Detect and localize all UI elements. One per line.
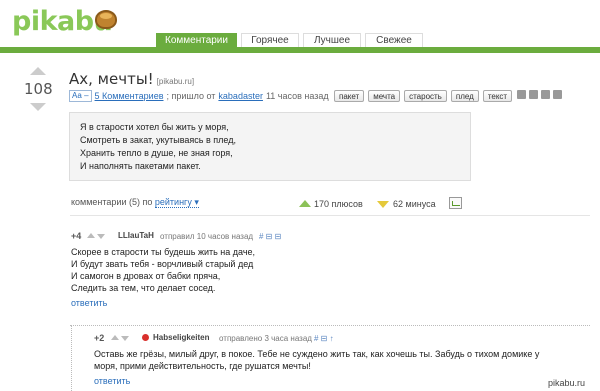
minus-count: 62 минуса [393, 199, 436, 209]
comment-line: И самогон в дровах от бабки пряча, [71, 271, 221, 281]
post-source: [pikabu.ru] [156, 77, 195, 86]
comments-divider [70, 215, 590, 216]
minus-icon [377, 201, 389, 208]
tag-item[interactable]: старость [404, 90, 447, 102]
comment-author[interactable]: Habseligkeiten [153, 333, 209, 342]
comment-upvote-icon[interactable] [87, 233, 95, 238]
tag-list: пакет мечта старость плед текст [334, 90, 513, 102]
comments-label: комментарии (5) по [71, 197, 153, 207]
poem-line: И наполнять пакетами пакет. [80, 161, 201, 171]
tab-best[interactable]: Лучшее [302, 33, 361, 47]
comment-score: +2 [94, 333, 105, 343]
vk-share-icon[interactable] [553, 90, 562, 99]
post-title-text[interactable]: Ах, мечты! [69, 70, 154, 88]
reply-thread-line [70, 325, 590, 326]
comments-count-link[interactable]: 5 Комментариев [95, 91, 164, 101]
comment-author[interactable]: LLIauTaH [118, 231, 154, 240]
plus-count: 170 плюсов [314, 199, 363, 209]
twitter-share-icon[interactable] [517, 90, 526, 99]
comment-downvote-icon[interactable] [121, 336, 129, 341]
sort-dropdown[interactable]: рейтингу ▾ [154, 197, 199, 208]
poem-line: Смотреть в закат, укутываясь в плед, [80, 135, 236, 145]
comment-downvote-icon[interactable] [97, 234, 105, 239]
tab-hot[interactable]: Горячее [240, 33, 299, 47]
came-from-label: ; пришло от [166, 91, 216, 101]
share-buttons [517, 90, 562, 99]
comment-line: моря, прими действительность, где рушатс… [94, 361, 311, 371]
comment-action-icons[interactable]: # ⊟ ↑ [314, 334, 334, 343]
header-divider [0, 47, 600, 53]
tag-item[interactable]: мечта [368, 90, 401, 102]
comment-time: отправил 10 часов назад [160, 232, 254, 241]
comment-score: +4 [71, 231, 82, 241]
comment-upvote-icon[interactable] [111, 335, 119, 340]
comments-sort-bar: комментарии (5) по рейтингу ▾ [71, 197, 199, 208]
reply-button[interactable]: ответить [71, 298, 107, 308]
poem-line: Я в старости хотел бы жить у моря, [80, 122, 229, 132]
post-time: 11 часов назад [265, 91, 329, 101]
logo-bun-icon [95, 10, 117, 29]
comment-action-icons[interactable]: # ⊟ ⊟ [259, 232, 281, 241]
tag-item[interactable]: плед [450, 90, 479, 102]
warning-icon [142, 334, 149, 341]
reply-button[interactable]: ответить [94, 376, 130, 386]
comment-line: Скорее в старости ты будешь жить на даче… [71, 247, 256, 257]
tab-comments[interactable]: Комментарии [156, 33, 237, 47]
plus-icon [299, 200, 311, 207]
reply-thread-indent [71, 326, 72, 391]
post-rating: 108 [24, 80, 53, 98]
facebook-share-icon[interactable] [541, 90, 550, 99]
tag-item[interactable]: текст [482, 90, 513, 102]
tab-new[interactable]: Свежее [364, 33, 423, 47]
stats-chart-icon[interactable] [449, 197, 462, 209]
post-author-link[interactable]: kabadaster [218, 91, 263, 101]
comment-body: Скорее в старости ты будешь жить на даче… [71, 246, 255, 294]
comment-body: Оставь же грёзы, милый друг, в покое. Те… [94, 348, 584, 372]
upvote-icon[interactable] [30, 67, 46, 75]
blog-share-icon[interactable] [529, 90, 538, 99]
logo-text-pika: pika [12, 6, 75, 37]
tag-item[interactable]: пакет [334, 90, 365, 102]
comment-line: И будут звать тебя - ворчливый старый де… [71, 259, 254, 269]
comment-time: отправлено 3 часа назад [219, 334, 312, 343]
watermark: pikabu.ru [548, 378, 586, 388]
post-meta: Аа – 5 Комментариев ; пришло от kabadast… [69, 90, 329, 102]
downvote-icon[interactable] [30, 103, 46, 111]
comment-line: Оставь же грёзы, милый друг, в покое. Те… [94, 349, 540, 359]
comment-line: Следить за тем, что делает сосед. [71, 283, 216, 293]
font-size-toggle[interactable]: Аа – [69, 90, 92, 102]
main-nav: Комментарии Горячее Лучшее Свежее [156, 33, 423, 47]
poem-line: Хранить тепло в душе, не зная горя, [80, 148, 233, 158]
post-content: Я в старости хотел бы жить у моря, Смотр… [69, 112, 471, 181]
post-title[interactable]: Ах, мечты! [pikabu.ru] [69, 70, 194, 88]
